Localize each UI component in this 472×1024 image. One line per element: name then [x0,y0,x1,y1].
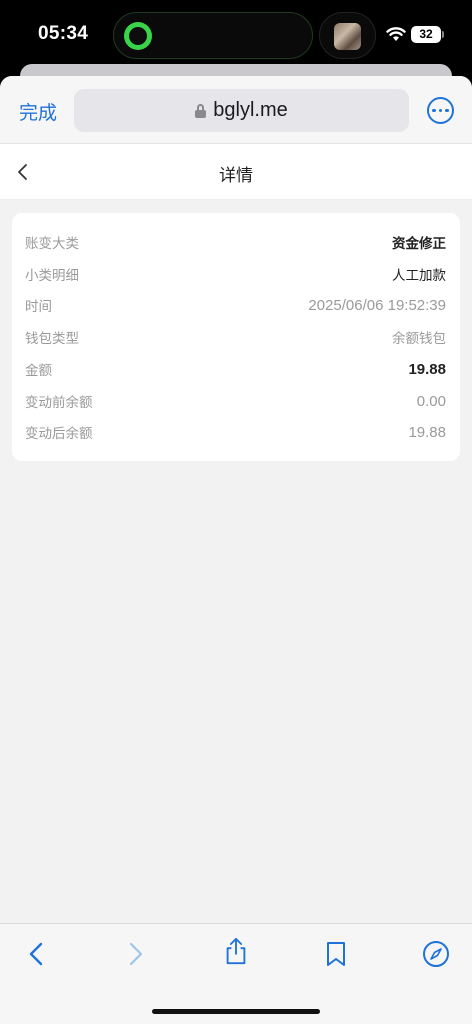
detail-card: 账变大类 资金修正 小类明细 人工加款 时间 2025/06/06 19:52:… [12,213,460,461]
status-bar: 05:34 32 [0,0,472,72]
done-button[interactable]: 完成 [19,98,57,125]
browser-address-bar: 完成 bglyl.me [0,76,472,144]
page-title: 详情 [219,166,253,186]
detail-row: 时间 2025/06/06 19:52:39 [25,294,446,316]
forward-icon[interactable] [121,940,149,968]
battery-indicator: 32 [411,26,441,43]
detail-label: 账变大类 [25,236,79,252]
detail-value: 19.88 [408,360,446,378]
more-dot-icon [445,108,449,113]
detail-value: 2025/06/06 19:52:39 [308,296,446,314]
browser-sheet: 完成 bglyl.me 详情 账变大类 资金修正 小类明细 人工加款 时间 20… [0,76,472,1024]
page-header: 详情 [0,144,472,200]
back-icon[interactable] [23,940,51,968]
detail-row: 钱包类型 余额钱包 [25,326,446,348]
bookmarks-icon[interactable] [322,940,350,968]
detail-label: 变动前余额 [25,395,93,411]
wifi-icon [386,27,406,41]
detail-label: 钱包类型 [25,331,79,347]
detail-row: 小类明细 人工加款 [25,263,446,285]
detail-label: 时间 [25,299,52,315]
detail-value: 余额钱包 [392,331,446,347]
home-indicator[interactable] [152,1009,320,1014]
media-thumbnail-icon [334,23,361,50]
dynamic-island-media[interactable] [319,12,376,59]
detail-row: 变动前余额 0.00 [25,390,446,412]
share-icon[interactable] [222,937,250,965]
detail-row: 金额 19.88 [25,358,446,380]
detail-label: 金额 [25,363,52,379]
more-options-button[interactable] [427,97,454,124]
more-dot-icon [438,108,443,113]
live-activity-icon [124,22,152,50]
battery-nub [442,31,444,38]
detail-label: 小类明细 [25,268,79,284]
more-dot-icon [432,108,436,113]
url-field[interactable]: bglyl.me [74,89,409,132]
dynamic-island[interactable] [113,12,313,59]
lock-icon [195,103,207,118]
detail-value: 19.88 [408,423,446,441]
detail-row: 账变大类 资金修正 [25,231,446,253]
detail-value: 资金修正 [392,236,446,252]
detail-label: 变动后余额 [25,426,93,442]
status-time: 05:34 [38,23,89,44]
detail-value: 0.00 [416,392,446,410]
url-text: bglyl.me [213,99,288,121]
detail-row: 变动后余额 19.88 [25,421,446,443]
compass-icon[interactable] [422,940,450,968]
detail-value: 人工加款 [392,268,446,284]
